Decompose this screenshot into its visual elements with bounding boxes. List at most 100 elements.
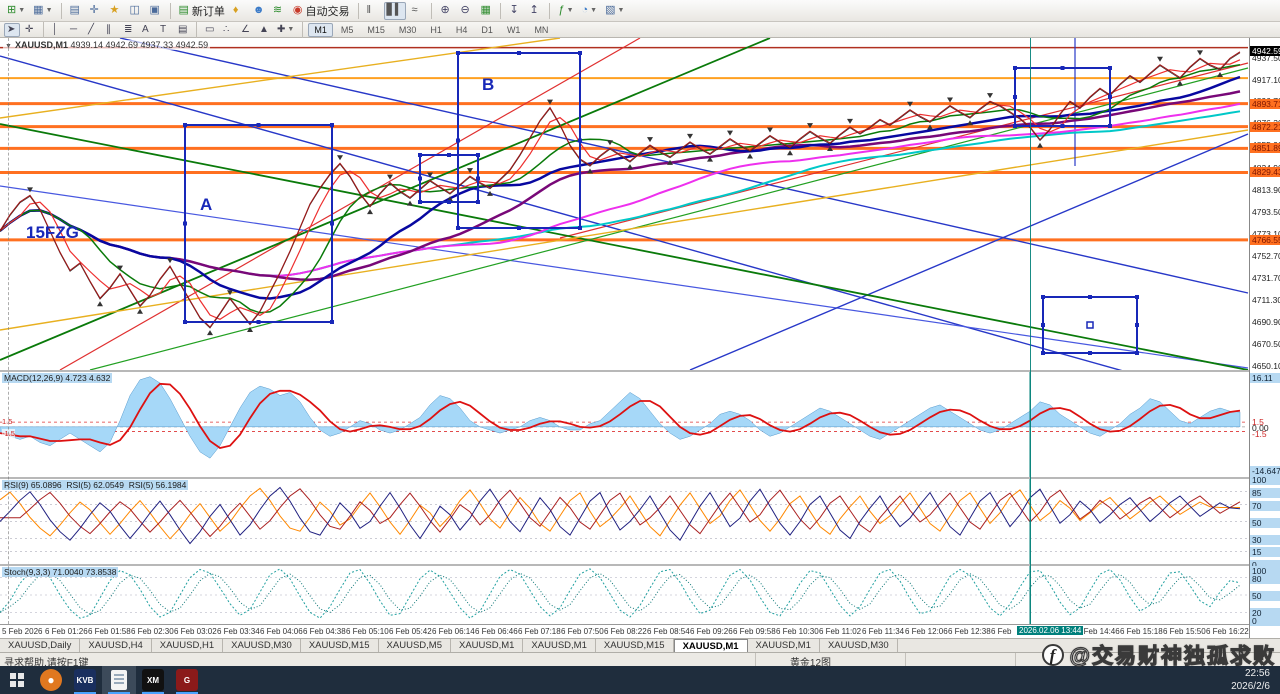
chart-tab-2[interactable]: XAUUSD,H1 <box>152 639 223 652</box>
selection-handle[interactable] <box>517 51 521 55</box>
taskbar-kvb-icon[interactable]: KVB <box>68 666 102 694</box>
chart-shift-icon[interactable]: ↥ <box>526 2 544 20</box>
annotation-text-a[interactable]: A <box>200 195 212 214</box>
selection-handle[interactable] <box>1108 124 1112 128</box>
selection-handle[interactable] <box>476 200 480 204</box>
selection-handle[interactable] <box>447 200 451 204</box>
trend-line[interactable] <box>60 38 640 370</box>
selection-handle[interactable] <box>447 153 451 157</box>
chart-window-icon[interactable]: ◫ <box>127 2 145 20</box>
auto-scroll-icon[interactable]: ↧ <box>506 2 524 20</box>
dropdown-arrow-icon[interactable]: ▼ <box>46 7 53 14</box>
tile-windows-icon[interactable]: ▦ <box>477 2 495 20</box>
trend-line[interactable] <box>690 134 1248 370</box>
timeframe-button-mn[interactable]: MN <box>528 23 554 37</box>
dropdown-arrow-icon[interactable]: ▼ <box>590 7 597 14</box>
chart-tab-8[interactable]: XAUUSD,M15 <box>596 639 674 652</box>
chart-tab-6[interactable]: XAUUSD,M1 <box>451 639 523 652</box>
selection-handle[interactable] <box>578 226 582 230</box>
selection-handle[interactable] <box>330 222 334 226</box>
selection-handle[interactable] <box>183 320 187 324</box>
trend-line[interactable] <box>0 124 1248 370</box>
selection-handle[interactable] <box>418 200 422 204</box>
periods-icon[interactable]: ◔▼ <box>579 2 601 20</box>
macd-canvas[interactable] <box>0 372 1249 477</box>
selection-handle[interactable] <box>456 226 460 230</box>
selection-handle[interactable] <box>476 177 480 181</box>
selection-handle[interactable] <box>578 139 582 143</box>
zoom-in-icon[interactable]: ⊕ <box>437 2 455 20</box>
selection-handle[interactable] <box>1013 95 1017 99</box>
grid-tool-icon[interactable]: ▤ <box>175 23 191 37</box>
selection-handle[interactable] <box>456 51 460 55</box>
dropdown-arrow-icon[interactable]: ▼ <box>287 26 294 33</box>
selection-handle[interactable] <box>330 320 334 324</box>
rsi-panel[interactable]: RSI(9) 65.0896 RSI(5) 62.0549 RSI(5) 56.… <box>0 479 1249 564</box>
selection-handle[interactable] <box>330 123 334 127</box>
angle-tool-icon[interactable]: ∠ <box>238 23 254 37</box>
cursor-tool-icon[interactable]: ➤ <box>4 23 20 37</box>
selection-handle[interactable] <box>257 123 261 127</box>
chart-tab-3[interactable]: XAUUSD,M30 <box>223 639 301 652</box>
selection-handle[interactable] <box>476 153 480 157</box>
selection-handle[interactable] <box>183 222 187 226</box>
alerts-icon[interactable]: ♦ <box>230 2 248 20</box>
taskbar-browser-icon[interactable]: ● <box>34 666 68 694</box>
candles-icon[interactable]: ▋▍ <box>384 2 407 20</box>
trend-line[interactable] <box>90 68 1248 370</box>
profiles-icon[interactable]: ▦▼ <box>30 2 55 20</box>
stoch-panel[interactable]: Stoch(9,3,3) 71.0040 73.8538 <box>0 566 1249 624</box>
macd-panel[interactable]: MACD(12,26,9) 4.723 4.632 1.5-1.5 <box>0 372 1249 477</box>
arrow-tool-icon[interactable]: ▲ <box>256 23 272 37</box>
bars-icon[interactable]: ‖ <box>364 2 382 20</box>
favorites-icon[interactable]: ★ <box>107 2 125 20</box>
selection-handle[interactable] <box>517 226 521 230</box>
timeframe-button-m15[interactable]: M15 <box>361 23 391 37</box>
chart-tab-0[interactable]: XAUUSD,Daily <box>0 639 80 652</box>
label-tool-icon[interactable]: T <box>157 23 173 37</box>
crosshair-tool-icon[interactable]: ✛ <box>22 23 38 37</box>
main-chart-canvas[interactable]: AB15FZG <box>0 38 1249 370</box>
dropdown-arrow-icon[interactable]: ▼ <box>567 7 574 14</box>
vline-tool-icon[interactable]: │ <box>49 23 65 37</box>
timeframe-button-h4[interactable]: H4 <box>450 23 474 37</box>
templates-icon[interactable]: ▧▼ <box>602 2 627 20</box>
selection-handle[interactable] <box>456 139 460 143</box>
selection-handle[interactable] <box>1061 124 1065 128</box>
timeframe-button-m5[interactable]: M5 <box>335 23 360 37</box>
taskbar-xm-icon[interactable]: XM <box>136 666 170 694</box>
selection-handle[interactable] <box>418 153 422 157</box>
chart-tab-9[interactable]: XAUUSD,M1 <box>674 639 748 652</box>
timeframe-button-m1[interactable]: M1 <box>308 23 333 37</box>
community-icon[interactable]: ☻ <box>250 2 268 20</box>
main-chart-panel[interactable]: AB15FZG ▼XAUUSD,M1 4939.14 4942.69 4937.… <box>0 38 1249 370</box>
channel-tool-icon[interactable]: ∥ <box>103 23 119 37</box>
navigator-icon[interactable]: ✛ <box>87 2 105 20</box>
data-window-icon[interactable]: ▣ <box>147 2 165 20</box>
selection-handle[interactable] <box>1041 351 1045 355</box>
selection-handle[interactable] <box>257 320 261 324</box>
indicators-icon[interactable]: ƒ▼ <box>555 2 576 20</box>
line-chart-icon[interactable]: ≈ <box>408 2 426 20</box>
timeframe-button-w1[interactable]: W1 <box>501 23 527 37</box>
stoch-canvas[interactable] <box>0 566 1249 624</box>
selection-handle[interactable] <box>1041 295 1045 299</box>
market-watch-icon[interactable]: ▤ <box>67 2 85 20</box>
selection-handle[interactable] <box>1013 124 1017 128</box>
dropdown-arrow-icon[interactable]: ▼ <box>18 7 25 14</box>
signal-icon[interactable]: ≋ <box>270 2 288 20</box>
dots-tool-icon[interactable]: ∴ <box>220 23 236 37</box>
new-order-button[interactable]: ▤新订单 <box>176 2 228 20</box>
selection-handle[interactable] <box>1135 323 1139 327</box>
fibo-tool-icon[interactable]: ≣ <box>121 23 137 37</box>
timeframe-button-d1[interactable]: D1 <box>475 23 499 37</box>
chart-tab-7[interactable]: XAUUSD,M1 <box>523 639 595 652</box>
taskbar-redapp-icon[interactable]: G <box>170 666 204 694</box>
text-tool-icon[interactable]: A <box>139 23 155 37</box>
annotation-text-b[interactable]: B <box>482 75 494 94</box>
zoom-out-icon[interactable]: ⊖ <box>457 2 475 20</box>
selection-handle[interactable] <box>1061 66 1065 70</box>
dropdown-arrow-icon[interactable]: ▼ <box>618 7 625 14</box>
taskbar-notepad-icon[interactable] <box>102 666 136 694</box>
selection-handle[interactable] <box>1135 295 1139 299</box>
